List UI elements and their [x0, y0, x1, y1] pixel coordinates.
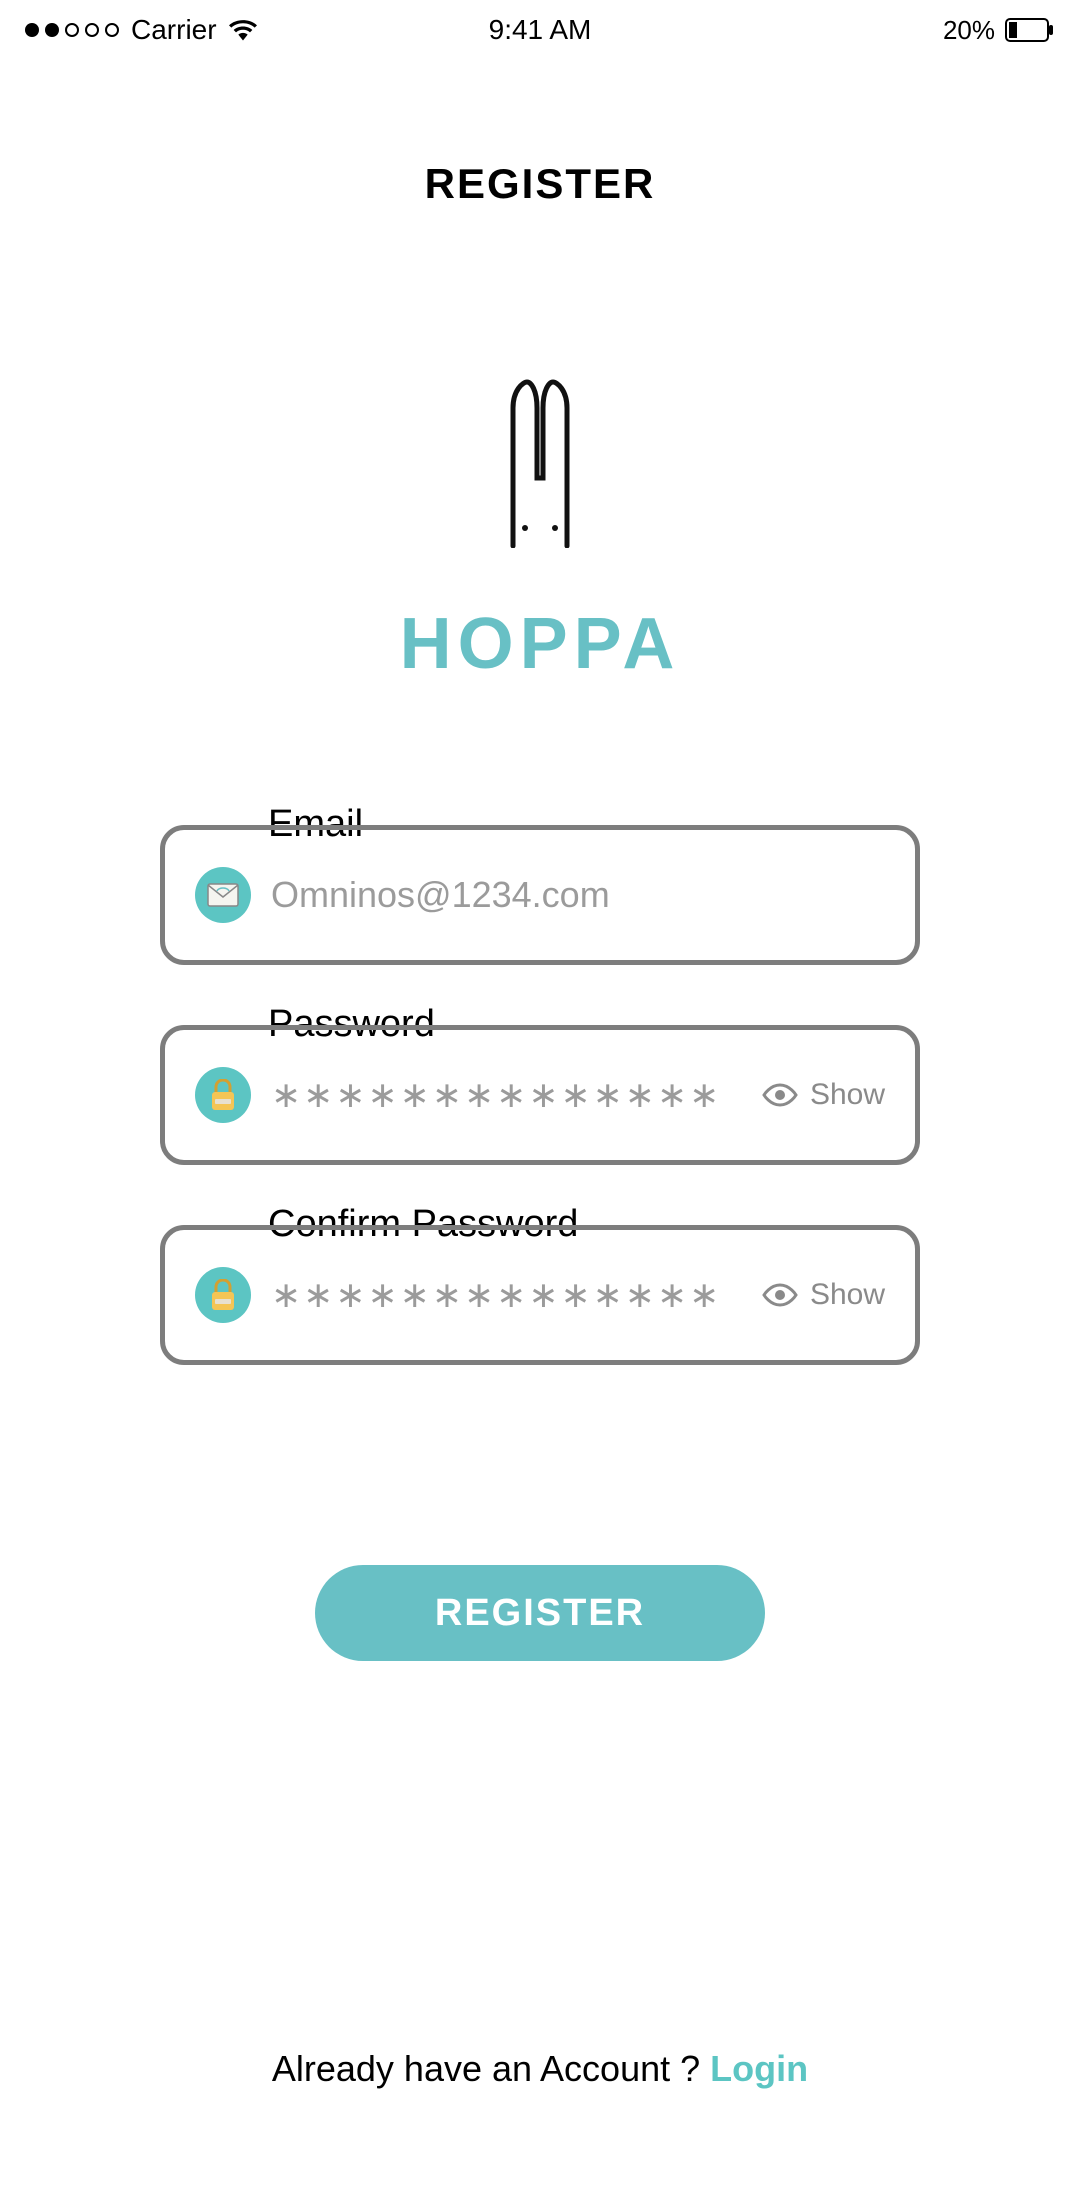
eye-icon — [762, 1083, 798, 1107]
confirm-password-frame: Show — [160, 1225, 920, 1365]
battery-icon — [1005, 18, 1055, 42]
carrier-label: Carrier — [131, 14, 217, 46]
email-input[interactable] — [271, 874, 885, 916]
password-show-toggle[interactable]: Show — [762, 1078, 885, 1112]
email-field-group: Email — [160, 825, 920, 965]
lock-icon — [195, 1267, 251, 1323]
wifi-icon — [229, 19, 257, 41]
page-title: REGISTER — [0, 160, 1080, 208]
confirm-password-show-toggle[interactable]: Show — [762, 1278, 885, 1312]
signal-dots-icon — [25, 23, 119, 37]
register-button[interactable]: REGISTER — [315, 1565, 765, 1661]
status-bar: Carrier 9:41 AM 20% — [0, 0, 1080, 60]
logo-area: HOPPA — [0, 378, 1080, 685]
footer: Already have an Account ? Login — [0, 2048, 1080, 2090]
battery-percent: 20% — [943, 15, 995, 46]
password-frame: Show — [160, 1025, 920, 1165]
confirm-password-input[interactable] — [271, 1274, 762, 1316]
password-input[interactable] — [271, 1074, 762, 1116]
confirm-password-field-group: Confirm Password Show — [160, 1225, 920, 1365]
login-link[interactable]: Login — [710, 2048, 808, 2089]
password-field-group: Password Show — [160, 1025, 920, 1165]
bunny-icon — [485, 378, 595, 548]
show-label: Show — [810, 1078, 885, 1112]
status-left: Carrier — [25, 14, 257, 46]
app-name: HOPPA — [0, 603, 1080, 685]
register-form: Email Password — [0, 825, 1080, 1661]
status-right: 20% — [943, 15, 1055, 46]
eye-icon — [762, 1283, 798, 1307]
email-frame — [160, 825, 920, 965]
status-time: 9:41 AM — [489, 14, 592, 46]
envelope-icon — [195, 867, 251, 923]
footer-prompt: Already have an Account ? — [272, 2048, 710, 2089]
show-label: Show — [810, 1278, 885, 1312]
lock-icon — [195, 1067, 251, 1123]
